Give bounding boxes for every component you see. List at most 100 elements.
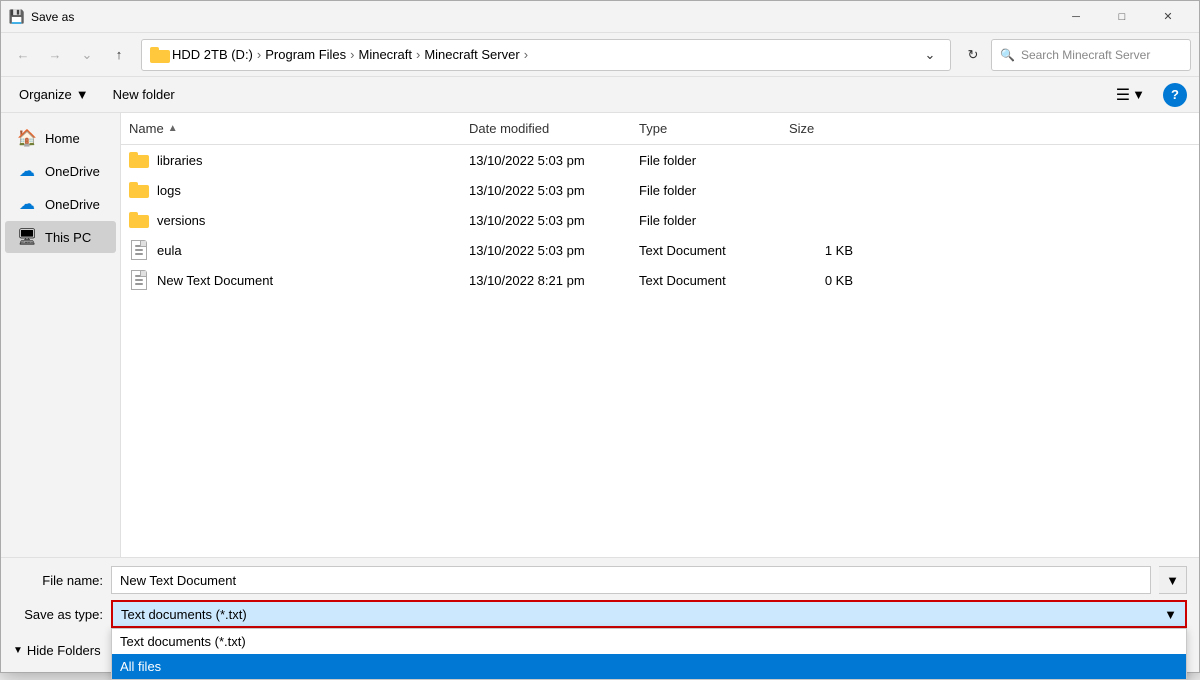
- minimize-button[interactable]: ─: [1053, 1, 1099, 33]
- search-icon: 🔍: [1000, 48, 1015, 62]
- filetype-option-all[interactable]: All files: [112, 654, 1186, 679]
- file-date: 13/10/2022 5:03 pm: [461, 180, 631, 201]
- filetype-select[interactable]: Text documents (*.txt) ▼: [111, 600, 1187, 628]
- organize-chevron-icon: ▼: [76, 87, 89, 102]
- chevron-down-icon: ⌄: [82, 47, 93, 63]
- filename-row: File name: ▼: [13, 566, 1187, 594]
- file-size: 1 KB: [781, 240, 861, 261]
- bottom-panel: File name: ▼ Save as type: Text document…: [1, 557, 1199, 672]
- file-name-cell: New Text Document: [121, 267, 461, 293]
- forward-button[interactable]: →: [41, 41, 69, 69]
- table-row[interactable]: versions 13/10/2022 5:03 pm File folder: [121, 205, 1199, 235]
- file-list-container: Name ▲ Date modified Type Size libraries: [121, 113, 1199, 557]
- column-date-header[interactable]: Date modified: [461, 117, 631, 140]
- title-bar: 💾 Save as ─ □ ✕: [1, 1, 1199, 33]
- file-date: 13/10/2022 8:21 pm: [461, 270, 631, 291]
- view-icon: ☰: [1116, 85, 1130, 105]
- search-placeholder: Search Minecraft Server: [1021, 48, 1150, 62]
- file-type-icon: [129, 180, 149, 200]
- filetype-wrapper: Text documents (*.txt) ▼ Text documents …: [111, 600, 1187, 628]
- sidebar-item-onedrive2[interactable]: ☁ OneDrive: [5, 188, 116, 220]
- main-area: 🏠 Home ☁ OneDrive ☁ OneDrive 🖥 This PC N…: [1, 113, 1199, 557]
- view-chevron-icon: ▼: [1132, 87, 1145, 102]
- view-button[interactable]: ☰ ▼: [1110, 81, 1151, 109]
- sidebar: 🏠 Home ☁ OneDrive ☁ OneDrive 🖥 This PC: [1, 113, 121, 557]
- table-row[interactable]: New Text Document 13/10/2022 8:21 pm Tex…: [121, 265, 1199, 295]
- save-dialog: 💾 Save as ─ □ ✕ ← → ⌄ ↑ HDD 2TB (D:) ›: [0, 0, 1200, 673]
- recent-locations-button[interactable]: ⌄: [73, 41, 101, 69]
- file-type-icon: [129, 240, 149, 260]
- file-size: 0 KB: [781, 270, 861, 291]
- file-date: 13/10/2022 5:03 pm: [461, 210, 631, 231]
- filetype-label: Save as type:: [13, 607, 103, 622]
- navigation-toolbar: ← → ⌄ ↑ HDD 2TB (D:) › Program Files › M…: [1, 33, 1199, 77]
- column-name-header[interactable]: Name ▲: [121, 117, 461, 140]
- back-button[interactable]: ←: [9, 41, 37, 69]
- window-title: Save as: [31, 10, 1053, 24]
- sort-arrow-icon: ▲: [168, 123, 178, 134]
- file-rows: libraries 13/10/2022 5:03 pm File folder…: [121, 145, 1199, 295]
- filename-dropdown-button[interactable]: ▼: [1159, 566, 1187, 594]
- address-folder-icon: [150, 47, 166, 63]
- file-type-text: File folder: [631, 210, 781, 231]
- forward-icon: →: [49, 47, 62, 62]
- filename-label: File name:: [13, 573, 103, 588]
- filetype-option-all-label: All files: [120, 659, 161, 674]
- sidebar-item-onedrive1-label: OneDrive: [45, 164, 100, 179]
- table-row[interactable]: libraries 13/10/2022 5:03 pm File folder: [121, 145, 1199, 175]
- address-text: HDD 2TB (D:) › Program Files › Minecraft…: [172, 47, 918, 62]
- file-type-icon: [129, 270, 149, 290]
- hide-folders-chevron-icon: ▼: [13, 645, 23, 656]
- filetype-row: Save as type: Text documents (*.txt) ▼ T…: [13, 600, 1187, 628]
- filetype-dropdown-icon: ▼: [1164, 607, 1177, 622]
- column-size-header[interactable]: Size: [781, 117, 861, 140]
- sidebar-item-thispc-label: This PC: [45, 230, 91, 245]
- file-name-cell: libraries: [121, 147, 461, 173]
- file-name-cell: eula: [121, 237, 461, 263]
- window-icon: 💾: [9, 9, 25, 25]
- sidebar-item-home[interactable]: 🏠 Home: [5, 122, 116, 154]
- filetype-option-txt[interactable]: Text documents (*.txt): [112, 629, 1186, 654]
- back-icon: ←: [17, 47, 30, 62]
- txt-icon: [131, 240, 147, 260]
- filetype-dropdown: Text documents (*.txt) All files: [111, 628, 1187, 680]
- address-bar[interactable]: HDD 2TB (D:) › Program Files › Minecraft…: [141, 39, 951, 71]
- filename-input[interactable]: [111, 566, 1151, 594]
- search-box[interactable]: 🔍 Search Minecraft Server: [991, 39, 1191, 71]
- hide-folders-button[interactable]: ▼ Hide Folders: [13, 643, 101, 658]
- filetype-current-value: Text documents (*.txt): [121, 607, 247, 622]
- organize-button[interactable]: Organize ▼: [13, 83, 95, 106]
- sidebar-item-home-label: Home: [45, 131, 80, 146]
- sidebar-item-onedrive1[interactable]: ☁ OneDrive: [5, 155, 116, 187]
- column-type-header[interactable]: Type: [631, 117, 781, 140]
- onedrive-icon-2: ☁: [17, 194, 37, 214]
- file-name: libraries: [157, 153, 203, 168]
- address-part-2: Program Files: [265, 47, 346, 62]
- table-row[interactable]: logs 13/10/2022 5:03 pm File folder: [121, 175, 1199, 205]
- onedrive-icon-1: ☁: [17, 161, 37, 181]
- home-icon: 🏠: [17, 128, 37, 148]
- refresh-button[interactable]: ↻: [959, 41, 987, 69]
- table-row[interactable]: eula 13/10/2022 5:03 pm Text Document 1 …: [121, 235, 1199, 265]
- new-folder-label: New folder: [113, 87, 175, 102]
- address-dropdown-button[interactable]: ⌄: [918, 43, 942, 67]
- sidebar-item-thispc[interactable]: 🖥 This PC: [5, 221, 116, 253]
- new-folder-button[interactable]: New folder: [107, 83, 181, 106]
- address-part-3: Minecraft: [359, 47, 412, 62]
- file-size: [781, 157, 861, 163]
- help-icon: ?: [1171, 87, 1179, 102]
- file-name: logs: [157, 183, 181, 198]
- help-button[interactable]: ?: [1163, 83, 1187, 107]
- folder-icon: [129, 212, 149, 228]
- hide-folders-label: Hide Folders: [27, 643, 101, 658]
- maximize-button[interactable]: □: [1099, 1, 1145, 33]
- file-type-icon: [129, 150, 149, 170]
- sidebar-item-onedrive2-label: OneDrive: [45, 197, 100, 212]
- organize-label: Organize: [19, 87, 72, 102]
- up-button[interactable]: ↑: [105, 41, 133, 69]
- folder-icon: [129, 152, 149, 168]
- file-type-icon: [129, 210, 149, 230]
- close-button[interactable]: ✕: [1145, 1, 1191, 33]
- file-type-text: File folder: [631, 150, 781, 171]
- file-size: [781, 217, 861, 223]
